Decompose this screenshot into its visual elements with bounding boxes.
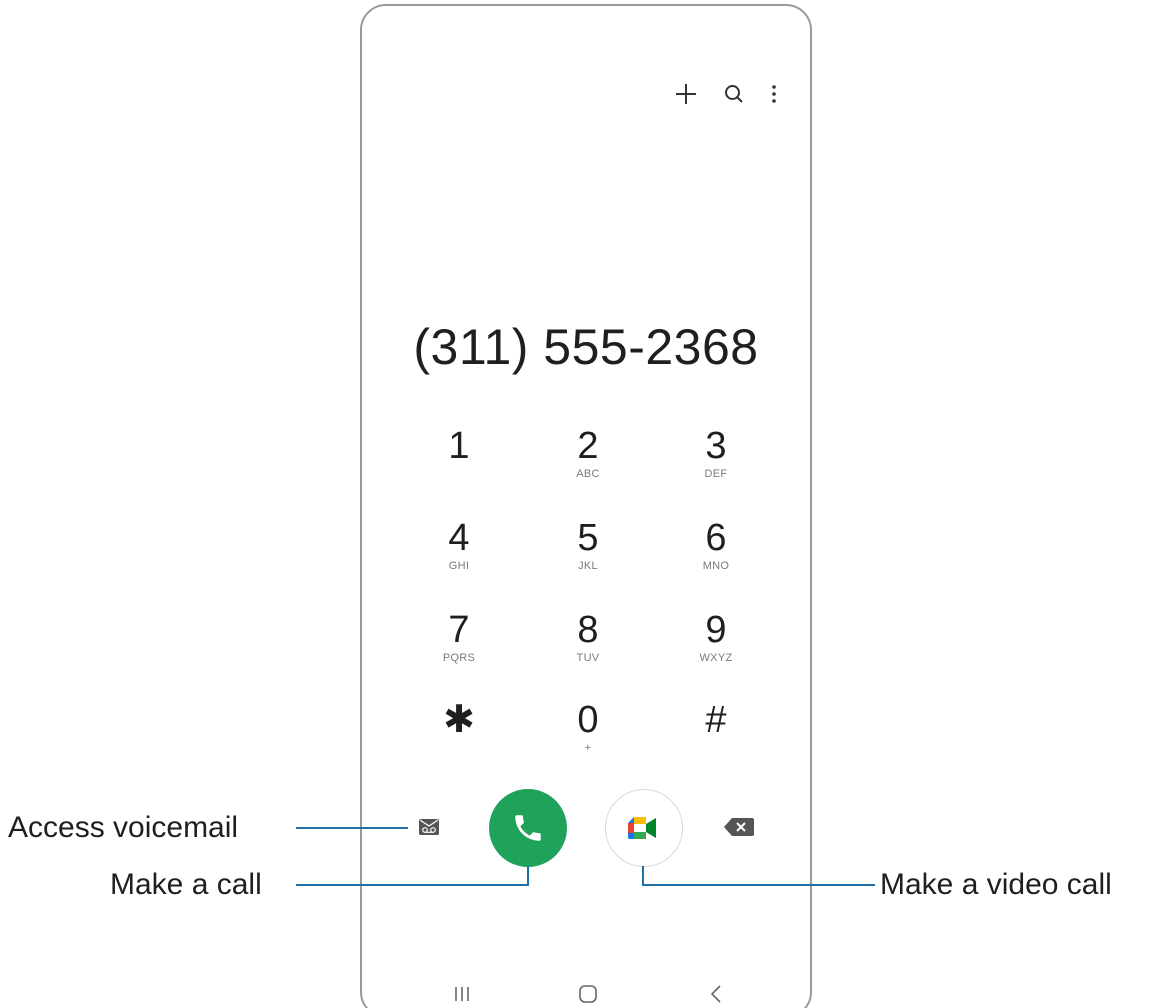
key-letters: TUV [576,652,600,664]
add-icon [676,84,696,104]
call-button[interactable] [489,789,567,867]
key-digit: 8 [577,609,599,651]
backspace-button[interactable] [722,816,756,838]
screenshot-stage: (311) 555-2368 1 2 ABC 3 DEF 4 GHI 5 JKL… [0,0,1167,1008]
key-digit: 4 [448,517,470,559]
phone-icon [515,815,541,841]
key-letters: MNO [702,560,730,572]
recent-apps-icon [455,987,469,1001]
video-call-button[interactable] [605,789,683,867]
voicemail-button[interactable] [416,816,442,838]
key-digit: 3 [705,425,727,467]
voicemail-icon [419,819,439,835]
key-digit: # [705,699,727,741]
key-star[interactable]: ✱ [404,700,514,776]
key-letters: GHI [448,560,470,572]
key-letters: + [584,742,592,754]
key-7[interactable]: 7 PQRS [404,610,514,686]
key-6[interactable]: 6 MNO [661,518,771,594]
key-digit: 1 [448,425,470,467]
home-icon [579,985,597,1003]
back-icon [710,985,721,1003]
recent-apps-button[interactable] [442,982,482,1006]
key-1[interactable]: 1 [404,426,514,502]
key-digit: 0 [577,699,599,741]
key-4[interactable]: 4 GHI [404,518,514,594]
key-5[interactable]: 5 JKL [533,518,643,594]
add-contact-button[interactable] [668,76,704,112]
back-button[interactable] [696,982,736,1006]
key-2[interactable]: 2 ABC [533,426,643,502]
key-hash[interactable]: # [661,700,771,776]
key-8[interactable]: 8 TUV [533,610,643,686]
callout-video-call-label: Make a video call [880,868,1112,901]
search-icon [725,85,743,103]
callout-call-label: Make a call [110,868,262,901]
key-digit: 6 [705,517,727,559]
more-options-button[interactable] [756,76,792,112]
callout-voicemail-label: Access voicemail [8,811,239,844]
key-0[interactable]: 0 + [533,700,643,776]
more-options-icon [772,85,776,103]
key-digit: ✱ [443,699,475,741]
key-letters: DEF [704,468,728,480]
phone-frame: (311) 555-2368 1 2 ABC 3 DEF 4 GHI 5 JKL… [360,4,812,1008]
search-button[interactable] [716,76,752,112]
backspace-icon [724,818,754,836]
dialed-number[interactable]: (311) 555-2368 [362,318,810,376]
key-digit: 9 [705,609,727,651]
home-button[interactable] [568,982,608,1006]
key-letters: JKL [578,560,598,572]
key-digit: 7 [448,609,470,651]
key-digit: 2 [577,425,599,467]
key-letters: PQRS [442,652,476,664]
key-letters: ABC [576,468,600,480]
key-9[interactable]: 9 WXYZ [661,610,771,686]
google-meet-icon [628,817,656,839]
key-3[interactable]: 3 DEF [661,426,771,502]
key-digit: 5 [577,517,599,559]
key-letters: WXYZ [699,652,733,664]
